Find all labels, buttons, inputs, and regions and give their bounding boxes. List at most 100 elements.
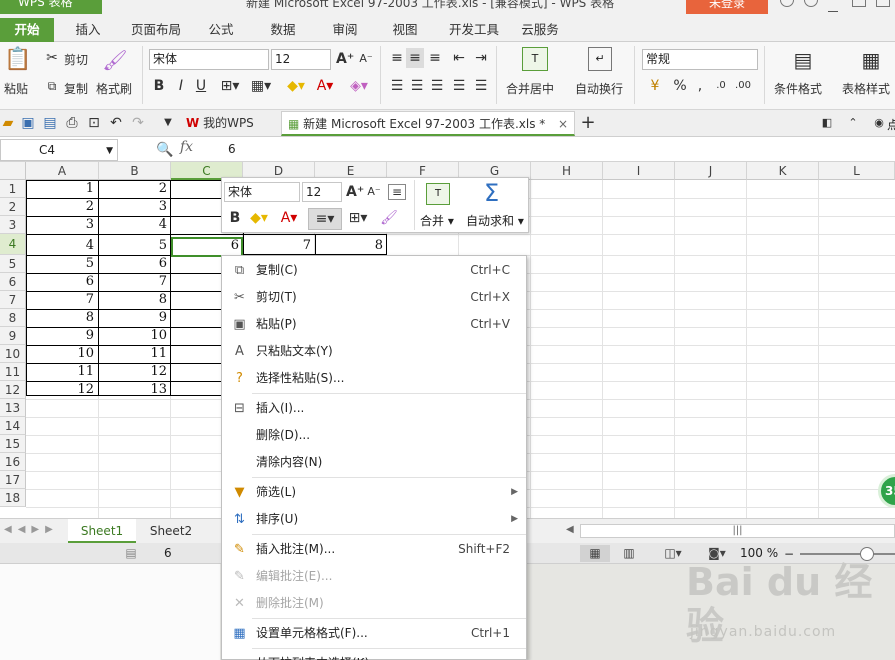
- undo-icon[interactable]: ↶: [108, 113, 124, 133]
- tab-cloud[interactable]: 云服务: [512, 18, 568, 42]
- cell-D4[interactable]: 7: [243, 237, 315, 255]
- zoom-slider-track[interactable]: [800, 553, 895, 555]
- cell-A4[interactable]: 4: [26, 237, 98, 255]
- borders-icon[interactable]: ⊞▾: [216, 76, 244, 96]
- row-header[interactable]: 8: [0, 309, 26, 327]
- scissors-icon[interactable]: ✂: [44, 48, 60, 68]
- cell-A8[interactable]: 8: [26, 309, 98, 327]
- row-header[interactable]: 5: [0, 255, 26, 273]
- save-icon[interactable]: ▣: [20, 113, 36, 133]
- cell-B5[interactable]: 6: [99, 255, 171, 273]
- number-format-select[interactable]: 常规: [642, 49, 758, 70]
- cell-B6[interactable]: 7: [99, 273, 171, 291]
- new-tab-icon[interactable]: +: [580, 113, 596, 133]
- font-color-icon[interactable]: A▾: [312, 76, 338, 96]
- align-bottom-icon[interactable]: ≡: [426, 48, 444, 68]
- menu-item-pick-from-list[interactable]: 从下拉列表中选择(K)...: [222, 650, 526, 660]
- print-icon[interactable]: ⎙: [64, 113, 80, 133]
- row-header[interactable]: 14: [0, 417, 26, 435]
- tab-document[interactable]: ▦ 新建 Microsoft Excel 97-2003 工作表.xls * ×: [281, 111, 575, 136]
- column-header[interactable]: H: [531, 162, 603, 180]
- select-all-corner[interactable]: [0, 162, 26, 180]
- open-icon[interactable]: ▰: [0, 113, 16, 133]
- menu-item-insert[interactable]: ⊟ 插入(I)...: [222, 395, 526, 422]
- cell-A11[interactable]: 11: [26, 363, 98, 381]
- cell-B9[interactable]: 10: [99, 327, 171, 345]
- freeze-panes-icon[interactable]: ◫▾: [656, 545, 690, 562]
- close-tab-icon[interactable]: ×: [558, 112, 568, 137]
- percent-button[interactable]: %: [672, 76, 688, 96]
- paste-button[interactable]: 粘贴: [4, 80, 28, 97]
- cell-B7[interactable]: 8: [99, 291, 171, 309]
- row-header[interactable]: 7: [0, 291, 26, 309]
- copy-icon[interactable]: ⧉: [44, 76, 60, 96]
- insert-function-button[interactable]: fx: [180, 139, 193, 155]
- cut-button[interactable]: 剪切: [64, 51, 88, 68]
- font-name-select[interactable]: 宋体: [149, 49, 269, 70]
- zoom-level[interactable]: 100 %: [740, 546, 778, 560]
- italic-button[interactable]: I: [173, 76, 189, 96]
- cell-B2[interactable]: 3: [99, 198, 171, 216]
- copy-button[interactable]: 复制: [64, 80, 88, 97]
- indent-decrease-icon[interactable]: ⇤: [450, 48, 468, 68]
- cell-B11[interactable]: 12: [99, 363, 171, 381]
- sheet-nav-arrows-icon[interactable]: ◀◀▶▶: [4, 524, 59, 535]
- cell-B8[interactable]: 9: [99, 309, 171, 327]
- tab-home[interactable]: 开始: [0, 18, 54, 42]
- currency-button[interactable]: ¥: [642, 76, 668, 96]
- app-menu-button[interactable]: WPS 表格: [0, 0, 102, 14]
- cell-A9[interactable]: 9: [26, 327, 98, 345]
- cell-B10[interactable]: 11: [99, 345, 171, 363]
- cell-B4[interactable]: 5: [99, 237, 171, 255]
- fill-color-icon[interactable]: ◆▾: [282, 76, 310, 96]
- merge-center-icon[interactable]: T: [522, 47, 548, 71]
- cell-style-icon[interactable]: ▦▾: [248, 76, 274, 96]
- zoom-out-icon[interactable]: −: [784, 547, 794, 561]
- align-top-icon[interactable]: ≡: [388, 48, 406, 68]
- maximize-icon[interactable]: [852, 0, 866, 7]
- align-center-icon[interactable]: ☰: [408, 76, 426, 96]
- menu-item-clear[interactable]: 清除内容(N): [222, 449, 526, 476]
- close-icon[interactable]: [876, 0, 890, 7]
- distribute-icon[interactable]: ☰: [472, 76, 490, 96]
- menu-item-filter[interactable]: ▼ 筛选(L) ▶: [222, 479, 526, 506]
- row-header[interactable]: 13: [0, 399, 26, 417]
- sheet-tab-1[interactable]: Sheet1: [68, 519, 136, 543]
- column-header[interactable]: L: [819, 162, 895, 180]
- cell-B1[interactable]: 2: [99, 180, 171, 198]
- menu-item-copy[interactable]: ⧉ 复制(C) Ctrl+C: [222, 257, 526, 284]
- increase-decimal-icon[interactable]: .0: [712, 76, 730, 96]
- row-header[interactable]: 10: [0, 345, 26, 363]
- menu-item-paste-text[interactable]: A 只粘贴文本(Y): [222, 338, 526, 365]
- mini-format-painter-icon[interactable]: 🖌: [380, 208, 398, 228]
- menu-item-paste[interactable]: ▣ 粘贴(P) Ctrl+V: [222, 311, 526, 338]
- name-box[interactable]: C4 ▼: [0, 139, 118, 161]
- formula-input[interactable]: 6: [228, 142, 236, 156]
- merge-center-button[interactable]: 合并居中: [506, 80, 554, 97]
- row-header[interactable]: 4: [0, 234, 26, 255]
- cell-A10[interactable]: 10: [26, 345, 98, 363]
- cell-A1[interactable]: 1: [26, 180, 98, 198]
- column-header[interactable]: B: [99, 162, 171, 180]
- mini-merge-button[interactable]: 合并 ▾: [420, 212, 454, 229]
- row-header[interactable]: 3: [0, 216, 26, 234]
- tab-insert[interactable]: 插入: [60, 18, 116, 42]
- row-header[interactable]: 18: [0, 489, 26, 507]
- wrap-text-button[interactable]: 自动换行: [575, 80, 623, 97]
- help-icon[interactable]: [804, 0, 818, 7]
- font-size-select[interactable]: 12: [271, 49, 331, 70]
- menu-item-insert-comment[interactable]: ✎ 插入批注(M)... Shift+F2: [222, 536, 526, 563]
- row-header[interactable]: 1: [0, 180, 26, 198]
- page-break-view-icon[interactable]: ▥: [616, 545, 642, 562]
- cell-A3[interactable]: 3: [26, 216, 98, 234]
- mini-format-cells-icon[interactable]: ≡: [388, 184, 406, 200]
- cell-A7[interactable]: 7: [26, 291, 98, 309]
- row-header[interactable]: 12: [0, 381, 26, 399]
- tab-my-wps[interactable]: W 我的WPS: [180, 111, 278, 136]
- tab-review[interactable]: 审阅: [320, 18, 370, 42]
- table-style-button[interactable]: 表格样式: [842, 80, 890, 97]
- menu-item-edit-comment[interactable]: ✎ 编辑批注(E)...: [222, 563, 526, 590]
- increase-font-icon[interactable]: A⁺: [336, 49, 354, 69]
- mini-merge-icon[interactable]: T: [426, 183, 450, 205]
- tab-formulas[interactable]: 公式: [196, 18, 246, 42]
